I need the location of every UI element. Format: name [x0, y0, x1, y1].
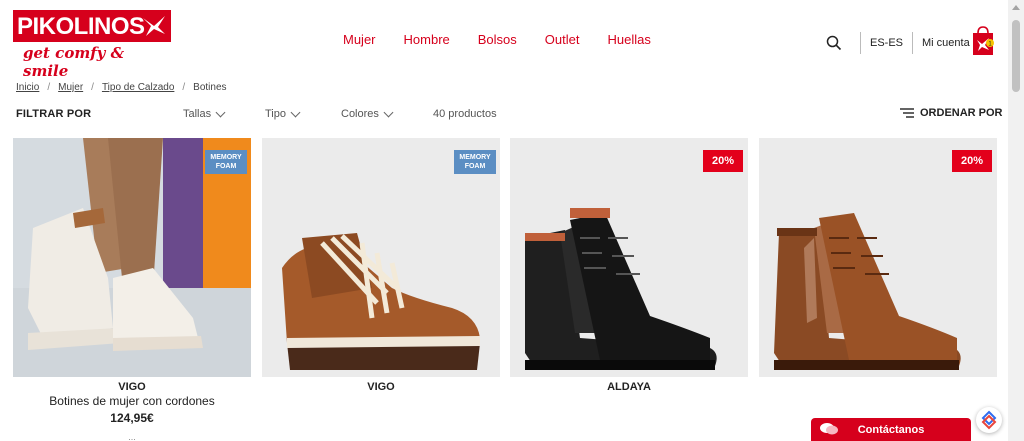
product-count: 40 productos: [433, 108, 497, 120]
site-header: PIKOLINOS get comfy & smile Mujer Hombre…: [0, 0, 1008, 80]
product-image[interactable]: MEMORY FOAM: [13, 138, 251, 377]
filter-tipo-label: Tipo: [265, 108, 286, 120]
sort-icon: [900, 108, 914, 118]
divider: [860, 32, 861, 54]
account-link[interactable]: Mi cuenta: [922, 37, 970, 49]
breadcrumb-mujer[interactable]: Mujer: [58, 82, 83, 93]
main-nav: Mujer Hombre Bolsos Outlet Huellas: [343, 32, 679, 47]
product-price: 124,95€: [110, 411, 154, 425]
helper-logo-icon: [981, 410, 997, 430]
chevron-down-icon: [290, 107, 301, 117]
product-image[interactable]: 20%: [759, 138, 997, 377]
brand-name: PIKOLINOS: [17, 13, 145, 40]
scrollbar-thumb[interactable]: [1012, 20, 1020, 92]
sort-label: ORDENAR POR: [920, 107, 1003, 119]
breadcrumb-inicio[interactable]: Inicio: [16, 82, 39, 93]
memory-foam-badge: MEMORY FOAM: [454, 150, 496, 174]
filter-colores-dropdown[interactable]: Colores: [341, 107, 394, 120]
product-card[interactable]: 20% ALDAYA: [510, 138, 748, 393]
utility-bar: ES-ES Mi cuenta: [826, 32, 973, 54]
discount-badge: 20%: [703, 150, 743, 172]
product-extra: ...: [128, 432, 136, 441]
page-scrollbar[interactable]: [1008, 0, 1024, 441]
product-name[interactable]: ALDAYA: [510, 381, 748, 393]
breadcrumb-botines: Botines: [193, 82, 227, 93]
breadcrumb-separator: /: [91, 82, 94, 93]
memory-foam-badge: MEMORY FOAM: [205, 150, 247, 174]
nav-item-outlet[interactable]: Outlet: [545, 32, 580, 47]
search-icon[interactable]: [826, 35, 842, 51]
breadcrumb-separator: /: [182, 82, 186, 93]
product-photo-black-boot: [525, 208, 717, 370]
brand-logo[interactable]: PIKOLINOS get comfy & smile: [13, 10, 173, 80]
brand-tagline: get comfy & smile: [23, 44, 125, 80]
shopping-bag-icon[interactable]: 1: [971, 24, 995, 56]
product-card[interactable]: MEMORY FOAM VIGO Botines de mujer con co…: [13, 138, 251, 441]
logo-badge: PIKOLINOS: [13, 10, 171, 42]
nav-item-huellas[interactable]: Huellas: [607, 32, 650, 47]
chevron-down-icon: [215, 107, 226, 117]
filter-tallas-label: Tallas: [183, 108, 212, 120]
filter-tipo-dropdown[interactable]: Tipo: [265, 107, 301, 120]
nav-item-mujer[interactable]: Mujer: [343, 32, 376, 47]
filter-colores-label: Colores: [341, 108, 379, 120]
discount-badge: 20%: [952, 150, 992, 172]
scroll-up-arrow-icon[interactable]: [1012, 5, 1020, 10]
language-selector[interactable]: ES-ES: [870, 37, 903, 49]
contact-button[interactable]: Contáctanos: [811, 418, 971, 441]
product-card[interactable]: MEMORY FOAM VIGO: [262, 138, 500, 393]
breadcrumb: Inicio / Mujer / Tipo de Calzado / Botin…: [16, 82, 227, 93]
contact-label: Contáctanos: [857, 423, 925, 436]
divider: [912, 32, 914, 54]
product-description: Botines de mujer con cordones: [49, 394, 215, 408]
sort-button[interactable]: ORDENAR POR: [900, 107, 1003, 119]
breadcrumb-tipo-calzado[interactable]: Tipo de Calzado: [102, 82, 174, 93]
product-photo-cognac-boot: [774, 213, 961, 370]
nav-item-hombre[interactable]: Hombre: [404, 32, 450, 47]
product-name[interactable]: VIGO: [262, 381, 500, 393]
product-card[interactable]: 20%: [759, 138, 997, 377]
product-image[interactable]: 20%: [510, 138, 748, 377]
bird-icon: [143, 16, 165, 36]
filter-label[interactable]: FILTRAR POR: [16, 108, 91, 120]
product-image[interactable]: MEMORY FOAM: [262, 138, 500, 377]
chevron-down-icon: [383, 107, 394, 117]
product-name[interactable]: VIGO: [13, 381, 251, 393]
accessibility-widget-icon[interactable]: [976, 407, 1002, 433]
filter-bar: FILTRAR POR Tallas Tipo Colores 40 produ…: [0, 104, 1008, 124]
nav-item-bolsos[interactable]: Bolsos: [478, 32, 517, 47]
filter-tallas-dropdown[interactable]: Tallas: [183, 107, 226, 120]
chat-icon: [820, 423, 838, 435]
breadcrumb-separator: /: [47, 82, 51, 93]
